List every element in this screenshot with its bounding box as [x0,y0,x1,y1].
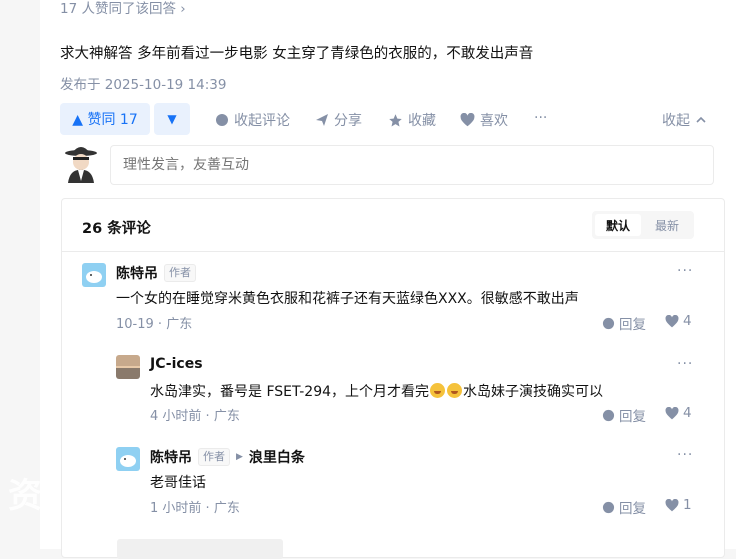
heart-icon [665,406,679,419]
watermark: 资 [8,476,42,516]
laugh-emoji-icon [447,383,463,398]
answer-card: 17 人赞同了该回答 › 求大神解答 多年前看过一步电影 女主穿了青绿色的衣服的… [40,0,736,559]
heart-icon [460,113,475,127]
comment-text-part: 水岛妹子演技确实可以 [463,384,604,400]
comment-text: 水岛津实，番号是 FSET-294，上个月才看完 水岛妹子演技确实可以 [150,381,603,401]
like-label: 喜欢 [480,113,508,129]
upvote-button[interactable]: ▲ 赞同 17 [60,103,150,135]
heart-icon [665,498,679,511]
comment-location: 广东 [213,501,240,516]
comment-count: 26 条评论 [82,221,151,237]
comment-author[interactable]: JC-ices [150,356,203,372]
comment-author[interactable]: 陈特吊 [150,447,192,467]
heart-icon [665,314,679,327]
user-avatar[interactable] [64,145,98,183]
reply-label: 回复 [619,317,646,333]
favorite-label: 收藏 [408,113,436,129]
reply-icon [602,317,615,329]
reply-icon [602,409,615,421]
comment-time: 10-19 [116,317,154,332]
publish-date: 发布于 2025-10-19 14:39 [60,77,227,93]
like-button[interactable]: 喜欢 [460,110,508,130]
comment-like-button[interactable]: 4 [665,313,692,329]
comment-more-icon[interactable]: ··· [677,263,693,279]
reply-button[interactable]: 回复 [602,405,646,425]
comment-input[interactable] [110,145,714,185]
avatar[interactable] [116,355,140,379]
reply-label: 回复 [619,501,646,517]
avatar-image [116,447,140,471]
collapse-answer-button[interactable]: 收起 [662,110,707,130]
comment-text: 老哥佳话 [150,475,206,491]
comment-more-icon[interactable]: ··· [677,356,693,372]
comment-location: 广东 [166,317,193,332]
like-count: 4 [683,405,692,421]
panel-divider [62,251,724,252]
share-icon [316,114,328,126]
downvote-button[interactable]: ▼ [154,103,190,135]
avatar[interactable] [116,447,140,471]
more-button[interactable]: ··· [534,110,547,126]
like-count: 4 [683,313,692,329]
answer-text: 求大神解答 多年前看过一步电影 女主穿了青绿色的衣服的，不敢发出声音 [60,46,534,62]
comment-header: 陈特吊 作者 ▶ 浪里白条 [150,447,305,467]
comment-meta: 4 小时前 · 广东 [150,409,240,424]
author-tag: 作者 [164,264,196,282]
sort-toggle: 默认 最新 [592,211,694,239]
laugh-emoji-icon [430,383,446,398]
comment-header: 陈特吊 作者 [116,263,196,283]
load-more-placeholder [117,539,283,559]
comment-time: 4 小时前 [150,409,202,424]
comment-time: 1 小时前 [150,501,202,516]
sort-default-tab[interactable]: 默认 [595,214,641,236]
avatar-image [82,263,106,287]
collapse-label: 收起 [662,113,690,129]
author-tag: 作者 [198,448,230,466]
comment-meta: 10-19 · 广东 [116,317,193,332]
like-count: 1 [683,497,692,513]
reply-icon [602,501,615,513]
more-icon: ··· [534,110,548,126]
chevron-up-icon [696,116,706,123]
reply-label: 回复 [619,409,646,425]
comment-like-button[interactable]: 1 [665,497,692,513]
comment-text: 一个女的在睡觉穿米黄色衣服和花裤子还有天蓝绿色ⅩⅩⅩ。很敏感不敢出声 [116,291,579,307]
favorite-button[interactable]: 收藏 [388,110,436,130]
collapse-comments-label: 收起评论 [234,113,290,129]
collapse-comments-button[interactable]: 收起评论 [215,110,290,130]
comment-more-icon[interactable]: ··· [677,447,693,463]
reply-button[interactable]: 回复 [602,497,646,517]
comment-like-button[interactable]: 4 [665,405,692,421]
voters-link[interactable]: 17 人赞同了该回答 › [60,0,186,17]
reply-to-user[interactable]: 浪里白条 [249,447,305,467]
star-icon [389,113,402,126]
sort-latest-tab[interactable]: 最新 [644,214,690,236]
avatar-image [116,355,140,379]
comment-icon [216,114,228,126]
caret-right-icon: ▶ [236,452,243,462]
share-button[interactable]: 分享 [315,110,362,130]
reply-button[interactable]: 回复 [602,313,646,333]
comments-panel: 26 条评论 默认 最新 陈特吊 作者 ··· 一个女的在睡觉穿米黄色衣服和花裤… [61,198,725,559]
comment-location: 广东 [213,409,240,424]
share-label: 分享 [334,113,362,129]
comment-meta: 1 小时前 · 广东 [150,501,240,516]
avatar[interactable] [82,263,106,287]
comment-text-part: 水岛津实，番号是 FSET-294，上个月才看完 [150,384,430,400]
comment-author[interactable]: 陈特吊 [116,263,158,283]
